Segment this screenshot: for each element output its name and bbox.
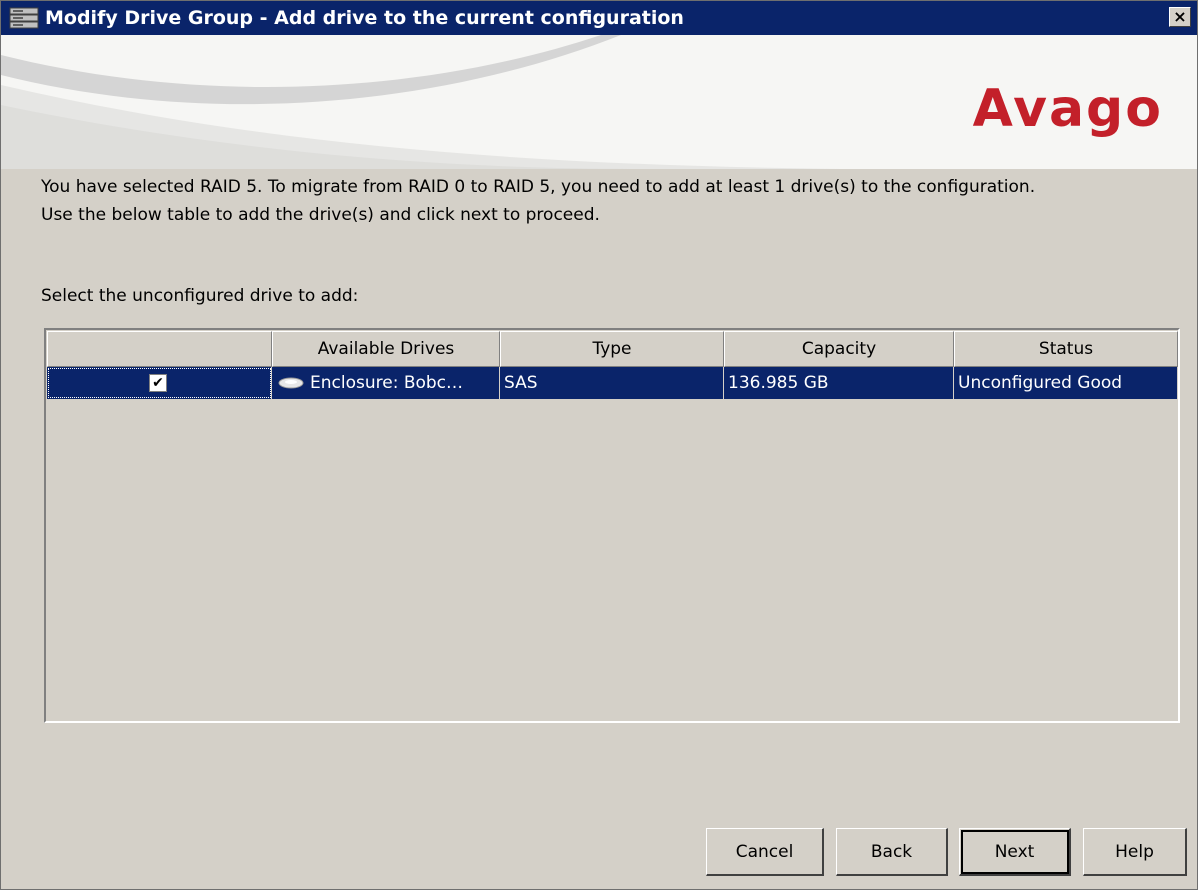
checkmark-icon: ✔ [152,375,164,391]
window-title: Modify Drive Group - Add drive to the cu… [45,7,684,29]
select-cell: ✔ [47,367,272,399]
drives-table[interactable]: Available Drives Type Capacity Status ✔ … [44,328,1180,723]
column-header-select[interactable] [47,331,272,367]
help-button[interactable]: Help [1083,828,1187,876]
server-icon [9,7,39,29]
close-button[interactable]: × [1169,7,1191,27]
column-header-status[interactable]: Status [954,331,1178,367]
drive-type: SAS [500,367,724,399]
select-drive-label: Select the unconfigured drive to add: [41,286,359,306]
info-message-line-1: You have selected RAID 5. To migrate fro… [41,177,1036,197]
header-banner: Avago [1,35,1197,169]
info-message-line-2: Use the below table to add the drive(s) … [41,205,600,225]
drive-status: Unconfigured Good [958,373,1123,393]
avago-logo: Avago [972,79,1163,139]
drive-capacity: 136.985 GB [724,367,954,399]
column-header-type[interactable]: Type [500,331,724,367]
next-button[interactable]: Next [959,828,1071,876]
drive-name-cell: Enclosure: Bobc… [272,367,500,399]
back-button[interactable]: Back [836,828,948,876]
column-header-available-drives[interactable]: Available Drives [272,331,500,367]
column-header-capacity[interactable]: Capacity [724,331,954,367]
close-icon: × [1173,7,1187,26]
disk-drive-icon [278,377,304,389]
drive-name: Enclosure: Bobc… [310,373,464,393]
table-row[interactable]: ✔ Enclosure: Bobc… SAS 136.985 GB Unconf… [47,367,1177,399]
cancel-button[interactable]: Cancel [706,828,824,876]
dialog-window: Modify Drive Group - Add drive to the cu… [0,0,1198,890]
title-bar[interactable]: Modify Drive Group - Add drive to the cu… [1,1,1197,35]
drive-select-checkbox[interactable]: ✔ [149,374,167,392]
